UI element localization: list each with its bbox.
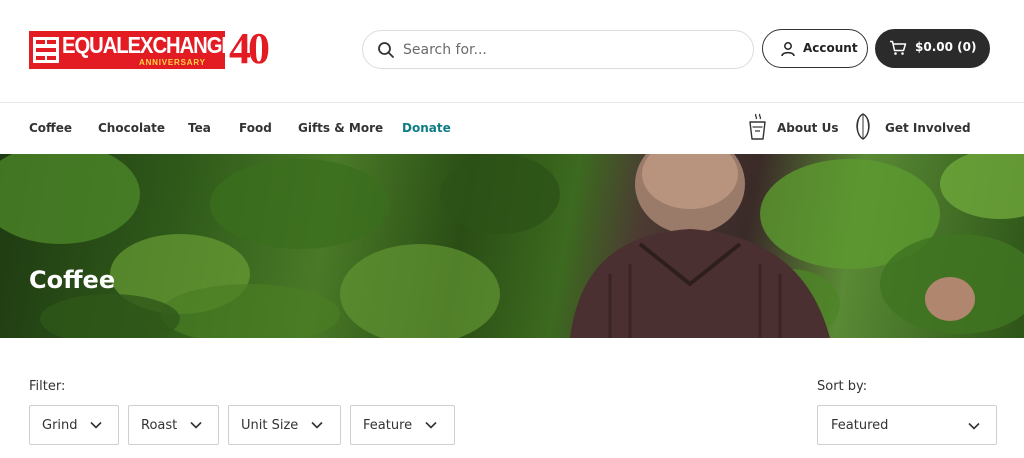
sort-dropdown[interactable]: Featured [817,405,997,445]
sort-label: Sort by: [817,379,868,394]
chevron-down-icon [190,421,202,429]
sort-selected-value: Featured [831,418,889,433]
filter-grind-button[interactable]: Grind [29,405,119,445]
search-bar[interactable] [362,30,754,69]
account-button[interactable]: Account [762,29,868,68]
filter-grind-label: Grind [42,418,78,433]
filter-feature-label: Feature [363,418,413,433]
chevron-down-icon [968,422,980,430]
site-header: EQUALEXCHANGE ANNIVERSARY 40 Account $0.… [0,0,1024,102]
hero-banner: Coffee [0,154,1024,338]
hero-photo [0,154,1024,338]
nav-item-food[interactable]: Food [239,121,272,135]
search-input[interactable] [403,39,733,61]
logo-wordmark: EQUALEXCHANGE [62,32,235,58]
filter-roast-button[interactable]: Roast [128,405,219,445]
cart-button[interactable]: $0.00 (0) [875,29,990,68]
nav-item-chocolate[interactable]: Chocolate [98,121,165,135]
cart-total: $0.00 (0) [915,40,977,54]
chevron-down-icon [90,421,102,429]
cacao-pod-icon [856,113,870,140]
filter-feature-button[interactable]: Feature [350,405,455,445]
nav-item-get-involved[interactable]: Get Involved [852,112,971,146]
account-label: Account [803,41,858,55]
coffee-cup-icon [749,113,766,140]
get-involved-label: Get Involved [885,121,971,135]
nav-item-donate[interactable]: Donate [402,121,451,135]
nav-item-about-us[interactable]: About Us [747,112,839,146]
logo-mark-icon [33,37,59,63]
filter-unit-size-label: Unit Size [241,418,299,433]
filter-roast-label: Roast [141,418,178,433]
anniversary-number: 40 [229,24,270,73]
nav-item-gifts-more[interactable]: Gifts & More [298,121,383,135]
nav-item-tea[interactable]: Tea [188,121,211,135]
filter-unit-size-button[interactable]: Unit Size [228,405,341,445]
search-icon [378,42,394,58]
equal-exchange-logo[interactable]: EQUALEXCHANGE ANNIVERSARY 40 [29,24,273,73]
filter-label: Filter: [29,379,66,394]
about-us-label: About Us [777,121,839,135]
chevron-down-icon [425,421,437,429]
chevron-down-icon [311,421,323,429]
logo-anniversary-text: ANNIVERSARY [139,58,206,67]
nav-item-coffee[interactable]: Coffee [29,121,72,135]
page-title: Coffee [29,266,116,294]
main-navigation: Coffee Chocolate Tea Food Gifts & More D… [0,102,1024,154]
user-icon [781,42,795,57]
shopping-cart-icon [890,40,907,55]
logo-banner: EQUALEXCHANGE ANNIVERSARY [29,31,235,69]
